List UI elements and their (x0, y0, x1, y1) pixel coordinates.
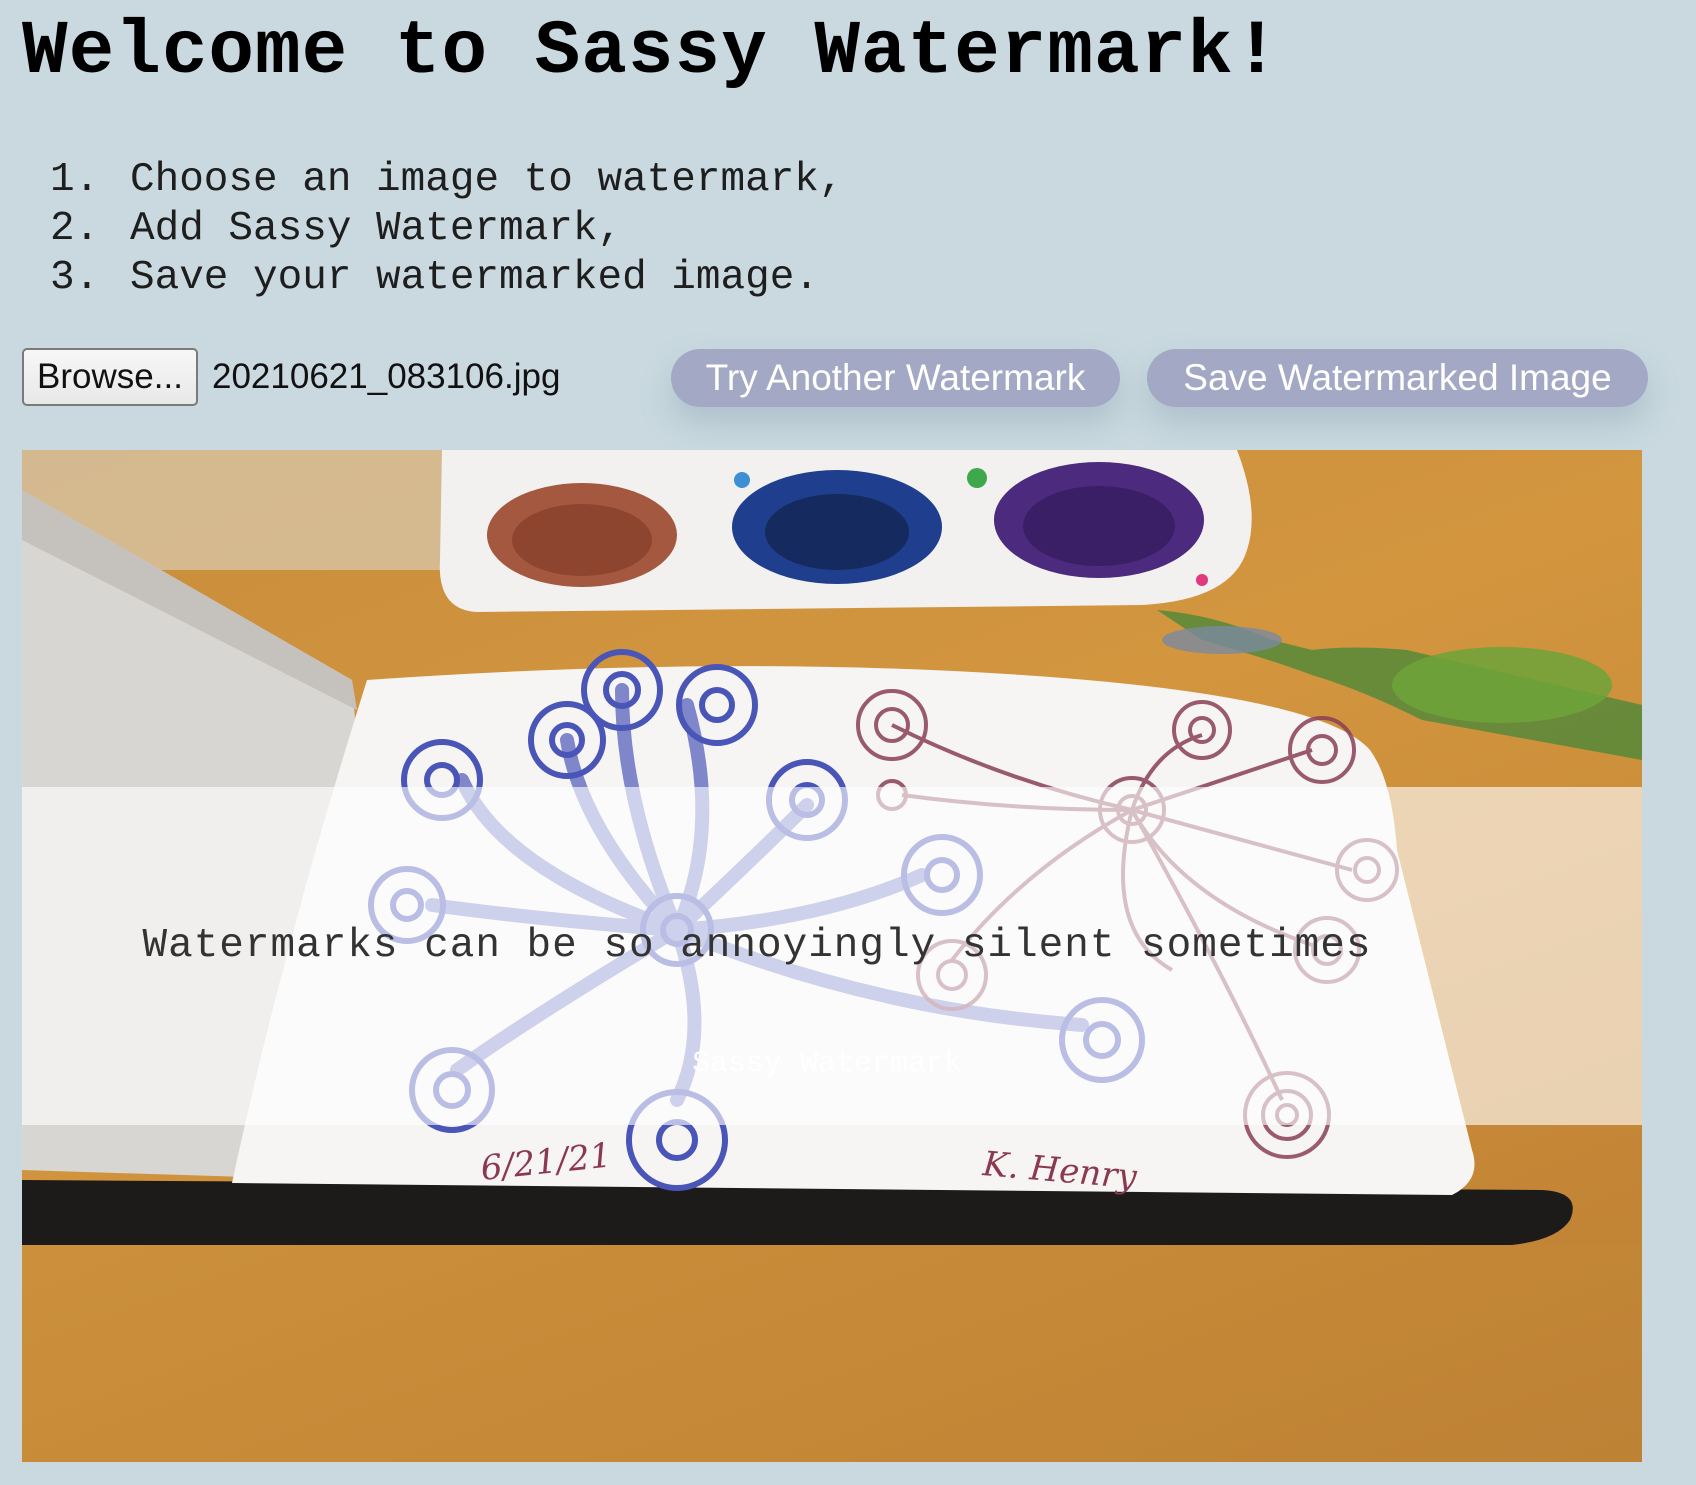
selected-filename: 20210621_083106.jpg (212, 357, 561, 396)
paint-palette (439, 450, 1252, 612)
instruction-step: 2. Add Sassy Watermark, (50, 205, 844, 254)
watermarked-image-preview: 6/21/21 K. Henry Watermarks can be so an… (22, 450, 1642, 1462)
step-text: Add Sassy Watermark, (130, 206, 623, 252)
page-title: Welcome to Sassy Watermark! (22, 9, 1281, 95)
step-number: 3. (50, 255, 100, 301)
step-number: 1. (50, 157, 100, 203)
step-text: Choose an image to watermark, (130, 157, 844, 203)
step-text: Save your watermarked image. (130, 255, 819, 301)
try-another-watermark-button[interactable]: Try Another Watermark (671, 349, 1120, 407)
instructions-list: 1. Choose an image to watermark, 2. Add … (50, 156, 844, 303)
browse-button[interactable]: Browse... (22, 348, 198, 406)
watermark-brand: Sassy Watermark (692, 1047, 963, 1081)
instruction-step: 3. Save your watermarked image. (50, 254, 844, 303)
save-watermarked-image-button[interactable]: Save Watermarked Image (1147, 349, 1648, 407)
instruction-step: 1. Choose an image to watermark, (50, 156, 844, 205)
step-number: 2. (50, 206, 100, 252)
file-picker: Browse... 20210621_083106.jpg (22, 347, 560, 407)
watermark-text: Watermarks can be so annoyingly silent s… (142, 923, 1372, 969)
